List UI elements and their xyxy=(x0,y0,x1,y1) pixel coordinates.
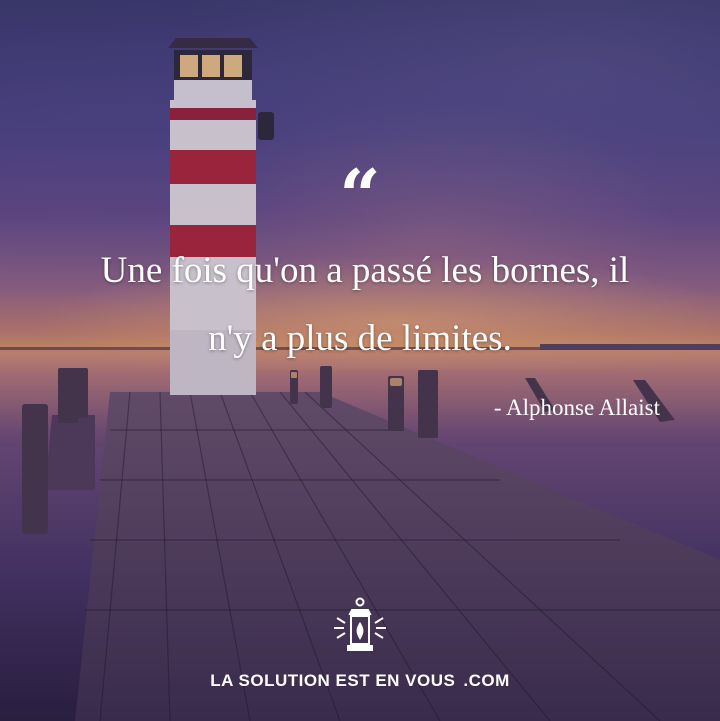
quote-text-line-2: n'y a plus de limites. xyxy=(208,318,512,359)
brand-footer: LA SOLUTION EST EN VOUS .COM xyxy=(0,671,720,691)
quote-image: “ Une fois qu'on a passé les bornes, il … xyxy=(0,0,720,721)
brand-suffix: .COM xyxy=(463,671,510,690)
quote-mark-icon: “ xyxy=(339,153,381,238)
brand-name: LA SOLUTION EST EN VOUS xyxy=(210,671,456,690)
lantern-icon xyxy=(334,597,386,651)
quote-text-line-1: Une fois qu'on a passé les bornes, il xyxy=(100,250,630,291)
quote-author: - Alphonse Allaist xyxy=(493,395,660,420)
